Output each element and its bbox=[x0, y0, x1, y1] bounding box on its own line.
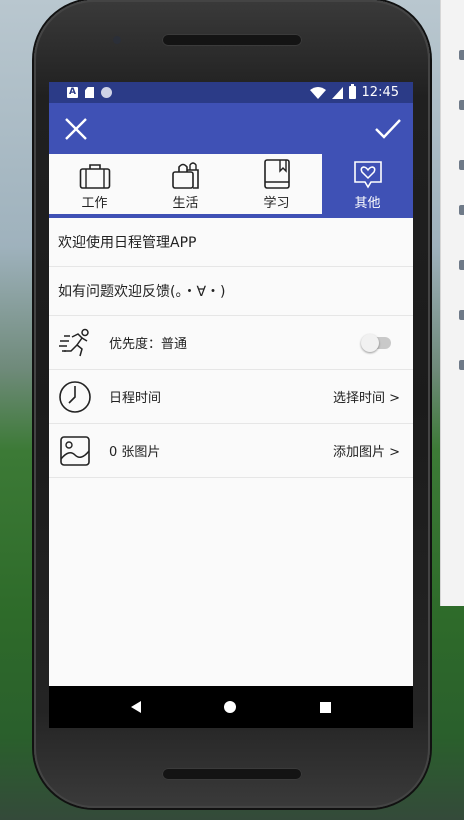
feedback-row[interactable]: 如有问题欢迎反馈(。・∀・) bbox=[49, 267, 413, 316]
priority-toggle[interactable] bbox=[361, 333, 391, 352]
battery-icon bbox=[348, 84, 356, 99]
tab-label: 工作 bbox=[81, 196, 108, 211]
toggle-thumb bbox=[361, 333, 379, 352]
bg-glyph bbox=[459, 310, 464, 320]
priority-row[interactable]: 优先度：普通 bbox=[49, 316, 413, 370]
close-icon bbox=[65, 118, 87, 140]
select-time-button[interactable]: 选择时间 > bbox=[333, 387, 400, 406]
top-speaker bbox=[162, 34, 302, 46]
bottom-speaker bbox=[162, 768, 302, 780]
book-icon bbox=[263, 159, 290, 189]
recent-apps-icon[interactable] bbox=[320, 701, 332, 713]
tab-other[interactable]: 其他 bbox=[322, 154, 413, 214]
tab-label: 学习 bbox=[263, 196, 290, 211]
shopping-bag-icon bbox=[171, 162, 199, 189]
tab-study[interactable]: 学习 bbox=[231, 154, 322, 214]
tab-label: 其他 bbox=[354, 196, 381, 211]
confirm-button[interactable] bbox=[373, 114, 403, 144]
app-screen: A 12:45 工作 生活 学习 其他 欢迎使用日程管理APP 如有问题欢迎反馈… bbox=[49, 82, 413, 728]
clock-icon bbox=[59, 380, 91, 413]
close-button[interactable] bbox=[61, 114, 91, 144]
tab-work[interactable]: 工作 bbox=[49, 154, 140, 214]
priority-label: 优先度：普通 bbox=[109, 337, 188, 352]
status-bar: A 12:45 bbox=[49, 82, 413, 103]
bg-glyph bbox=[459, 360, 464, 370]
images-count-label: 0 张图片 bbox=[109, 445, 161, 460]
signal-icon bbox=[331, 86, 343, 99]
image-icon bbox=[60, 435, 90, 466]
wifi-icon bbox=[309, 86, 326, 99]
welcome-text: 欢迎使用日程管理APP bbox=[58, 235, 197, 251]
category-tabs: 工作 生活 学习 其他 bbox=[49, 154, 413, 218]
a-notification-icon: A bbox=[67, 87, 78, 98]
running-icon bbox=[59, 328, 89, 356]
schedule-time-row[interactable]: 日程时间 选择时间 > bbox=[49, 370, 413, 424]
welcome-row: 欢迎使用日程管理APP bbox=[49, 218, 413, 267]
android-nav-bar bbox=[49, 686, 413, 728]
priority-icon-wrap bbox=[58, 326, 92, 360]
bg-glyph bbox=[459, 160, 464, 170]
back-icon[interactable] bbox=[130, 701, 141, 713]
bg-glyph bbox=[459, 205, 464, 215]
status-time: 12:45 bbox=[361, 85, 399, 100]
tab-life[interactable]: 生活 bbox=[140, 154, 231, 214]
bg-glyph bbox=[459, 100, 464, 110]
feedback-text: 如有问题欢迎反馈(。・∀・) bbox=[58, 284, 226, 300]
bg-glyph bbox=[459, 50, 464, 60]
front-camera bbox=[113, 36, 121, 44]
briefcase-icon bbox=[79, 164, 110, 189]
bg-glyph bbox=[459, 260, 464, 270]
sd-card-icon bbox=[85, 87, 94, 98]
sync-icon bbox=[101, 87, 112, 98]
check-icon bbox=[375, 119, 401, 139]
tab-label: 生活 bbox=[172, 196, 199, 211]
toolbar bbox=[49, 103, 413, 154]
image-icon-wrap bbox=[58, 434, 92, 468]
images-row[interactable]: 0 张图片 添加图片 > bbox=[49, 424, 413, 478]
background-window bbox=[440, 0, 464, 606]
heart-chat-icon bbox=[353, 161, 382, 189]
add-image-button[interactable]: 添加图片 > bbox=[333, 441, 400, 460]
home-icon[interactable] bbox=[224, 701, 237, 713]
clock-icon-wrap bbox=[58, 380, 92, 414]
schedule-time-label: 日程时间 bbox=[109, 391, 162, 406]
